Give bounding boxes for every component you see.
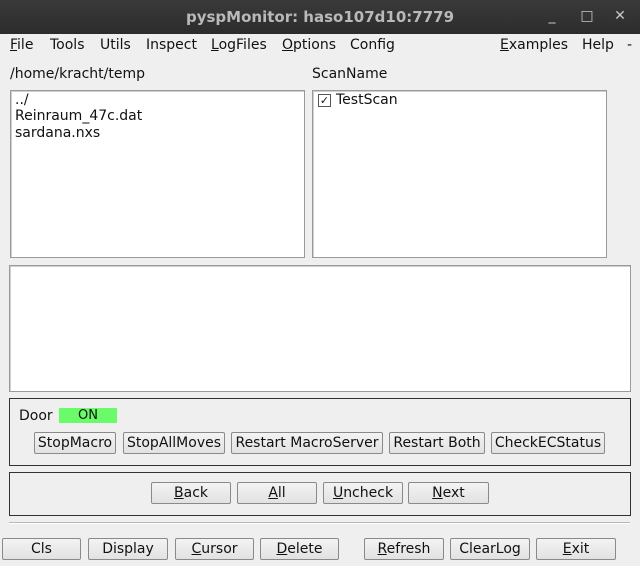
menu-tools[interactable]: Tools (50, 37, 85, 53)
stopallmoves-button[interactable]: StopAllMoves (123, 432, 225, 454)
menu-options[interactable]: Options (282, 37, 336, 53)
door-label: Door (19, 408, 53, 424)
restart-macroserver-button[interactable]: Restart MacroServer (231, 432, 383, 454)
menu-logfiles[interactable]: LogFiles (211, 37, 267, 53)
path-label: /home/kracht/temp (10, 66, 145, 82)
file-item-parent[interactable]: ../ (15, 92, 29, 108)
uncheck-button[interactable]: Uncheck (323, 482, 403, 504)
menu-file[interactable]: File (10, 37, 33, 53)
scan-list[interactable]: ✓ TestScan (312, 90, 607, 258)
maximize-icon[interactable]: □ (579, 8, 595, 24)
display-button[interactable]: Display (88, 538, 168, 560)
delete-button[interactable]: Delete (260, 538, 339, 560)
menu-utils[interactable]: Utils (100, 37, 131, 53)
refresh-button[interactable]: Refresh (364, 538, 444, 560)
cursor-button[interactable]: Cursor (175, 538, 254, 560)
door-status-indicator: ON (59, 408, 117, 423)
back-button[interactable]: Back (151, 482, 231, 504)
checkecstatus-button[interactable]: CheckECStatus (491, 432, 605, 454)
minimize-icon[interactable]: _ (544, 8, 560, 24)
scanname-label: ScanName (312, 66, 388, 82)
menu-config[interactable]: Config (350, 37, 395, 53)
cls-button[interactable]: Cls (2, 538, 81, 560)
testscan-checkbox[interactable]: ✓ (318, 94, 331, 107)
scan-item-label[interactable]: TestScan (336, 92, 398, 108)
menu-extra[interactable]: - (627, 37, 632, 53)
stopmacro-button[interactable]: StopMacro (34, 432, 116, 454)
menu-help[interactable]: Help (582, 37, 614, 53)
separator (9, 522, 630, 524)
file-item-sardana[interactable]: sardana.nxs (15, 125, 100, 141)
next-button[interactable]: Next (408, 482, 489, 504)
menu-inspect[interactable]: Inspect (146, 37, 197, 53)
clearlog-button[interactable]: ClearLog (450, 538, 530, 560)
restart-both-button[interactable]: Restart Both (389, 432, 485, 454)
window-titlebar[interactable]: pyspMonitor: haso107d10:7779 _ □ ✕ (0, 0, 640, 34)
log-textarea[interactable] (9, 265, 631, 392)
exit-button[interactable]: Exit (536, 538, 616, 560)
file-list[interactable]: ../ Reinraum_47c.dat sardana.nxs (10, 90, 305, 258)
file-item-reinraum[interactable]: Reinraum_47c.dat (15, 108, 142, 124)
navigation-group (9, 472, 631, 516)
menubar: File Tools Utils Inspect LogFiles Option… (0, 34, 640, 56)
all-button[interactable]: All (237, 482, 317, 504)
close-icon[interactable]: ✕ (612, 8, 628, 24)
menu-examples[interactable]: Examples (500, 37, 568, 53)
